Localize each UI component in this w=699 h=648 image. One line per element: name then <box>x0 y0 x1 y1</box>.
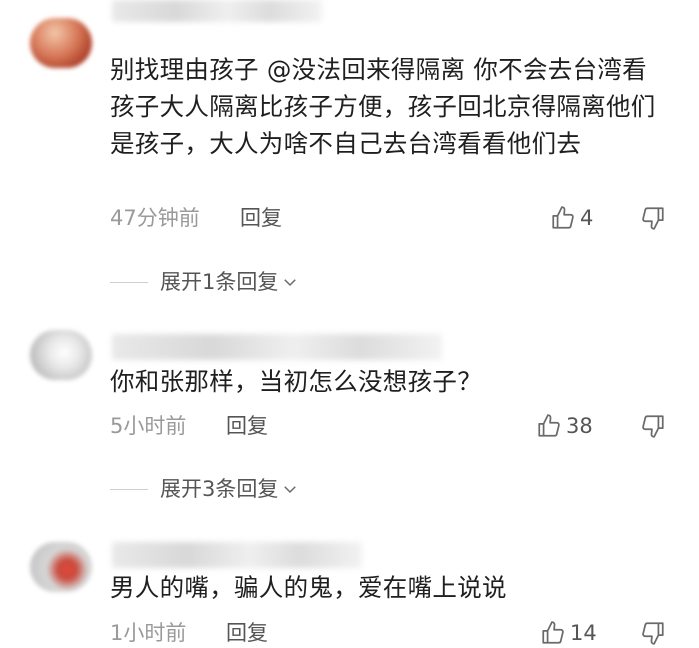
comment-item: 你和张那样，当初怎么没想孩子？ 5小时前 回复 38 展开3条回复 <box>0 310 699 520</box>
divider <box>110 488 148 490</box>
comment-meta: 47分钟前 回复 4 <box>110 203 670 233</box>
username[interactable] <box>112 542 362 568</box>
thumbs-down-icon <box>642 415 664 438</box>
chevron-down-icon <box>281 480 299 498</box>
dislike-button[interactable] <box>640 618 666 648</box>
expand-replies-button[interactable]: 展开3条回复 <box>110 474 299 504</box>
username[interactable] <box>112 0 322 22</box>
reply-button[interactable]: 回复 <box>226 618 268 648</box>
expand-replies-button[interactable]: 展开1条回复 <box>110 267 299 297</box>
dislike-button[interactable] <box>640 203 666 233</box>
expand-replies-label: 展开1条回复 <box>160 270 279 294</box>
like-count: 4 <box>580 206 594 230</box>
divider <box>110 281 148 283</box>
like-count: 14 <box>570 621 597 645</box>
like-button[interactable]: 4 <box>550 203 593 233</box>
avatar[interactable] <box>30 18 92 68</box>
thumbs-down-icon <box>642 622 664 645</box>
comment-meta: 1小时前 回复 14 <box>110 618 670 648</box>
avatar[interactable] <box>30 330 92 380</box>
dislike-button[interactable] <box>640 411 666 441</box>
like-button[interactable]: 38 <box>536 411 593 441</box>
comment-time: 5小时前 <box>110 414 187 438</box>
expand-replies-label: 展开3条回复 <box>160 477 279 501</box>
reply-button[interactable]: 回复 <box>226 411 268 441</box>
comment-text: 别找理由孩子 @没法回来得隔离 你不会去台湾看孩子大人隔离比孩子方便，孩子回北京… <box>110 55 656 158</box>
comment-text: 你和张那样，当初怎么没想孩子？ <box>110 367 482 396</box>
thumbs-up-icon <box>538 414 560 437</box>
thumbs-down-icon <box>642 207 664 230</box>
comment-time: 1小时前 <box>110 621 187 645</box>
reply-button[interactable]: 回复 <box>240 203 282 233</box>
like-count: 38 <box>566 414 593 438</box>
comment-text: 男人的嘴，骗人的鬼，爱在嘴上说说 <box>110 573 507 602</box>
avatar[interactable] <box>30 542 92 592</box>
thumbs-up-icon <box>542 621 564 644</box>
comment-meta: 5小时前 回复 38 <box>110 411 670 441</box>
comment-item: 男人的嘴，骗人的鬼，爱在嘴上说说 1小时前 回复 14 <box>0 520 699 645</box>
comment-item: 别找理由孩子 @没法回来得隔离 你不会去台湾看孩子大人隔离比孩子方便，孩子回北京… <box>0 0 699 310</box>
like-button[interactable]: 14 <box>540 618 597 648</box>
chevron-down-icon <box>281 273 299 291</box>
thumbs-up-icon <box>552 206 574 229</box>
comment-time: 47分钟前 <box>110 206 200 230</box>
username[interactable] <box>112 334 442 360</box>
